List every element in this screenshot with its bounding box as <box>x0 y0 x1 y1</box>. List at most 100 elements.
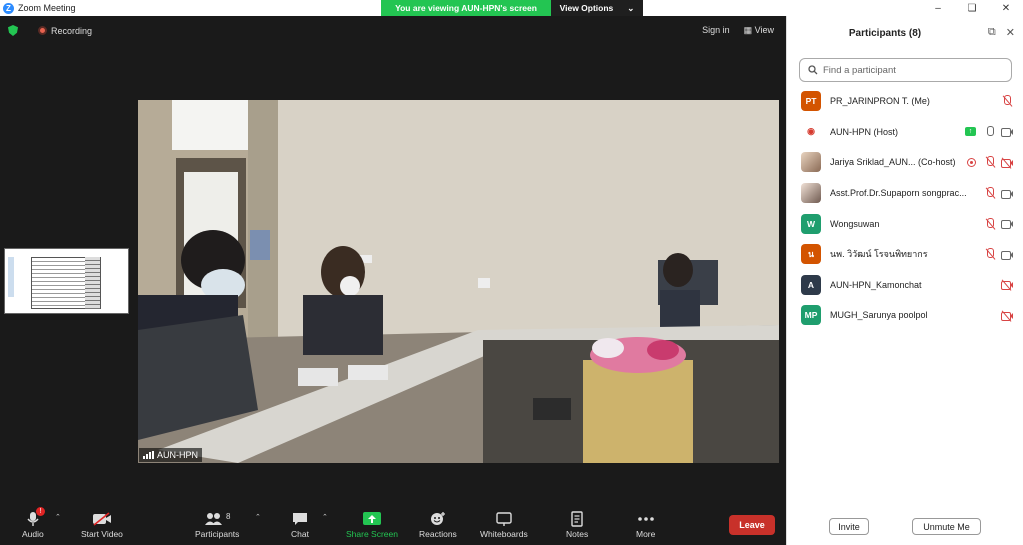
close-icon[interactable]: ✕ <box>989 0 1023 16</box>
shared-screen-thumbnail[interactable] <box>4 248 129 314</box>
whiteboards-label: Whiteboards <box>480 529 528 539</box>
recording-indicator[interactable]: Recording <box>38 26 92 36</box>
participants-panel: Participants (8) ⧉ ✕ PT PR_JARINPRON T. … <box>786 16 1023 545</box>
viewing-screen-text: You are viewing AUN-HPN's screen <box>381 0 551 16</box>
share-screen-arrow-icon <box>362 512 381 525</box>
participant-name: นพ. วิวัฒน์ โรจนพิทยากร <box>830 249 928 260</box>
view-grid-icon: ▦ <box>743 25 753 35</box>
start-video-button[interactable]: Start Video <box>81 511 123 539</box>
avatar: PT <box>801 91 821 112</box>
signal-bars-icon <box>143 451 154 459</box>
host-logo-avatar: ◉ <box>801 121 821 142</box>
participant-list: PT PR_JARINPRON T. (Me) ◉ AUN-HPN (Host)… <box>787 86 1023 331</box>
view-options-button[interactable]: View Options ⌄ <box>551 0 643 16</box>
zoom-logo-icon: Z <box>3 2 14 14</box>
participants-options-caret-icon[interactable]: ⌃ <box>255 513 261 521</box>
participant-row[interactable]: ◉ AUN-HPN (Host) ↑ <box>787 117 1023 148</box>
mic-muted-icon <box>1001 95 1013 107</box>
active-speaker-video[interactable]: AUN-HPN <box>138 100 779 463</box>
mic-on-icon <box>984 125 996 138</box>
camera-on-icon <box>1001 127 1013 138</box>
window-title: Zoom Meeting <box>18 3 76 13</box>
thumbnail-table-column <box>85 257 100 309</box>
participants-icon <box>204 513 222 525</box>
participant-name: AUN-HPN (Host) <box>830 126 899 137</box>
mic-muted-icon <box>984 187 996 199</box>
avatar: W <box>801 213 821 234</box>
participant-name: Jariya Sriklad_AUN... (Co-host) <box>830 157 956 168</box>
chat-bubble-icon <box>292 513 307 525</box>
share-screen-label: Share Screen <box>346 529 398 539</box>
participant-search-box[interactable] <box>799 58 1012 82</box>
close-panel-icon[interactable]: ✕ <box>1006 26 1015 39</box>
invite-button[interactable]: Invite <box>829 518 869 535</box>
meeting-toolbar: ! Audio ⌃ Start Video 8 Participants ⌃ C… <box>0 503 786 545</box>
participant-name: MUGH_Sarunya poolpol <box>830 310 928 321</box>
minimize-icon[interactable]: – <box>921 0 955 16</box>
pop-out-icon[interactable]: ⧉ <box>988 26 996 39</box>
participants-count: 8 <box>225 511 231 521</box>
thumbnail-sidebar <box>8 257 14 297</box>
view-button[interactable]: ▦ View <box>744 25 774 36</box>
start-video-label: Start Video <box>81 529 123 539</box>
video-speaker-name: AUN-HPN <box>157 450 199 460</box>
chat-options-caret-icon[interactable]: ⌃ <box>322 513 328 521</box>
more-button[interactable]: More <box>636 511 655 539</box>
participant-name: PR_JARINPRON T. (Me) <box>830 96 930 107</box>
encryption-shield-icon[interactable] <box>8 25 18 36</box>
participant-row[interactable]: MP MUGH_Sarunya poolpol <box>787 300 1023 331</box>
participant-row[interactable]: Asst.Prof.Dr.Supaporn songprac... <box>787 178 1023 209</box>
participant-name: Wongsuwan <box>830 218 880 229</box>
more-dots-icon <box>637 517 654 521</box>
participant-name: AUN-HPN_Kamonchat <box>830 279 922 290</box>
meeting-area: Recording Sign in ▦ View AUN-HPN <box>0 16 786 545</box>
video-name-label: AUN-HPN <box>139 448 203 462</box>
screen-sharing-icon: ↑ <box>965 127 976 137</box>
chat-label: Chat <box>291 529 309 539</box>
mic-muted-icon <box>984 156 996 168</box>
reactions-label: Reactions <box>419 529 457 539</box>
camera-off-icon <box>1001 157 1013 169</box>
mic-muted-icon <box>984 217 996 230</box>
participant-row[interactable]: Jariya Sriklad_AUN... (Co-host) <box>787 147 1023 178</box>
chat-button[interactable]: Chat <box>291 511 309 539</box>
participant-search-input[interactable] <box>823 64 1003 76</box>
whiteboard-icon <box>496 512 512 526</box>
participant-row[interactable]: W Wongsuwan <box>787 208 1023 239</box>
avatar-photo <box>801 183 821 204</box>
audio-alert-badge: ! <box>35 507 45 516</box>
restore-icon[interactable]: ❏ <box>955 0 989 16</box>
avatar: น <box>801 244 821 265</box>
notes-button[interactable]: Notes <box>566 511 588 539</box>
participant-row[interactable]: PT PR_JARINPRON T. (Me) <box>787 86 1023 117</box>
reactions-smiley-icon <box>430 512 445 525</box>
participants-label: Participants <box>195 529 240 539</box>
camera-off-icon <box>1001 279 1013 292</box>
unmute-me-button[interactable]: Unmute Me <box>912 518 981 535</box>
audio-label: Audio <box>22 529 44 539</box>
meeting-room-video-frame <box>138 100 779 463</box>
camera-on-icon <box>1001 219 1013 230</box>
recording-status-icon <box>967 157 976 167</box>
participant-row[interactable]: น นพ. วิวัฒน์ โรจนพิทยากร <box>787 239 1023 270</box>
leave-button[interactable]: Leave <box>729 515 775 535</box>
audio-button[interactable]: ! Audio <box>22 507 45 539</box>
chevron-down-icon: ⌄ <box>627 2 635 13</box>
more-label: More <box>636 529 656 539</box>
avatar: MP <box>801 305 821 326</box>
participants-button[interactable]: 8 Participants <box>195 511 240 540</box>
avatar-photo <box>801 152 821 173</box>
audio-options-caret-icon[interactable]: ⌃ <box>55 513 61 521</box>
notes-icon <box>571 511 583 527</box>
mic-muted-icon <box>984 248 996 260</box>
participant-row[interactable]: A AUN-HPN_Kamonchat <box>787 270 1023 301</box>
share-banner: You are viewing AUN-HPN's screen View Op… <box>381 0 643 16</box>
share-screen-button[interactable]: Share Screen <box>346 511 398 539</box>
camera-off-icon <box>1001 310 1013 322</box>
reactions-button[interactable]: Reactions <box>419 511 457 539</box>
whiteboards-button[interactable]: Whiteboards <box>480 511 528 539</box>
avatar: A <box>801 274 821 295</box>
participants-panel-title: Participants (8) <box>848 28 922 39</box>
sign-in-button[interactable]: Sign in <box>702 25 730 36</box>
view-options-label: View Options <box>559 3 614 13</box>
